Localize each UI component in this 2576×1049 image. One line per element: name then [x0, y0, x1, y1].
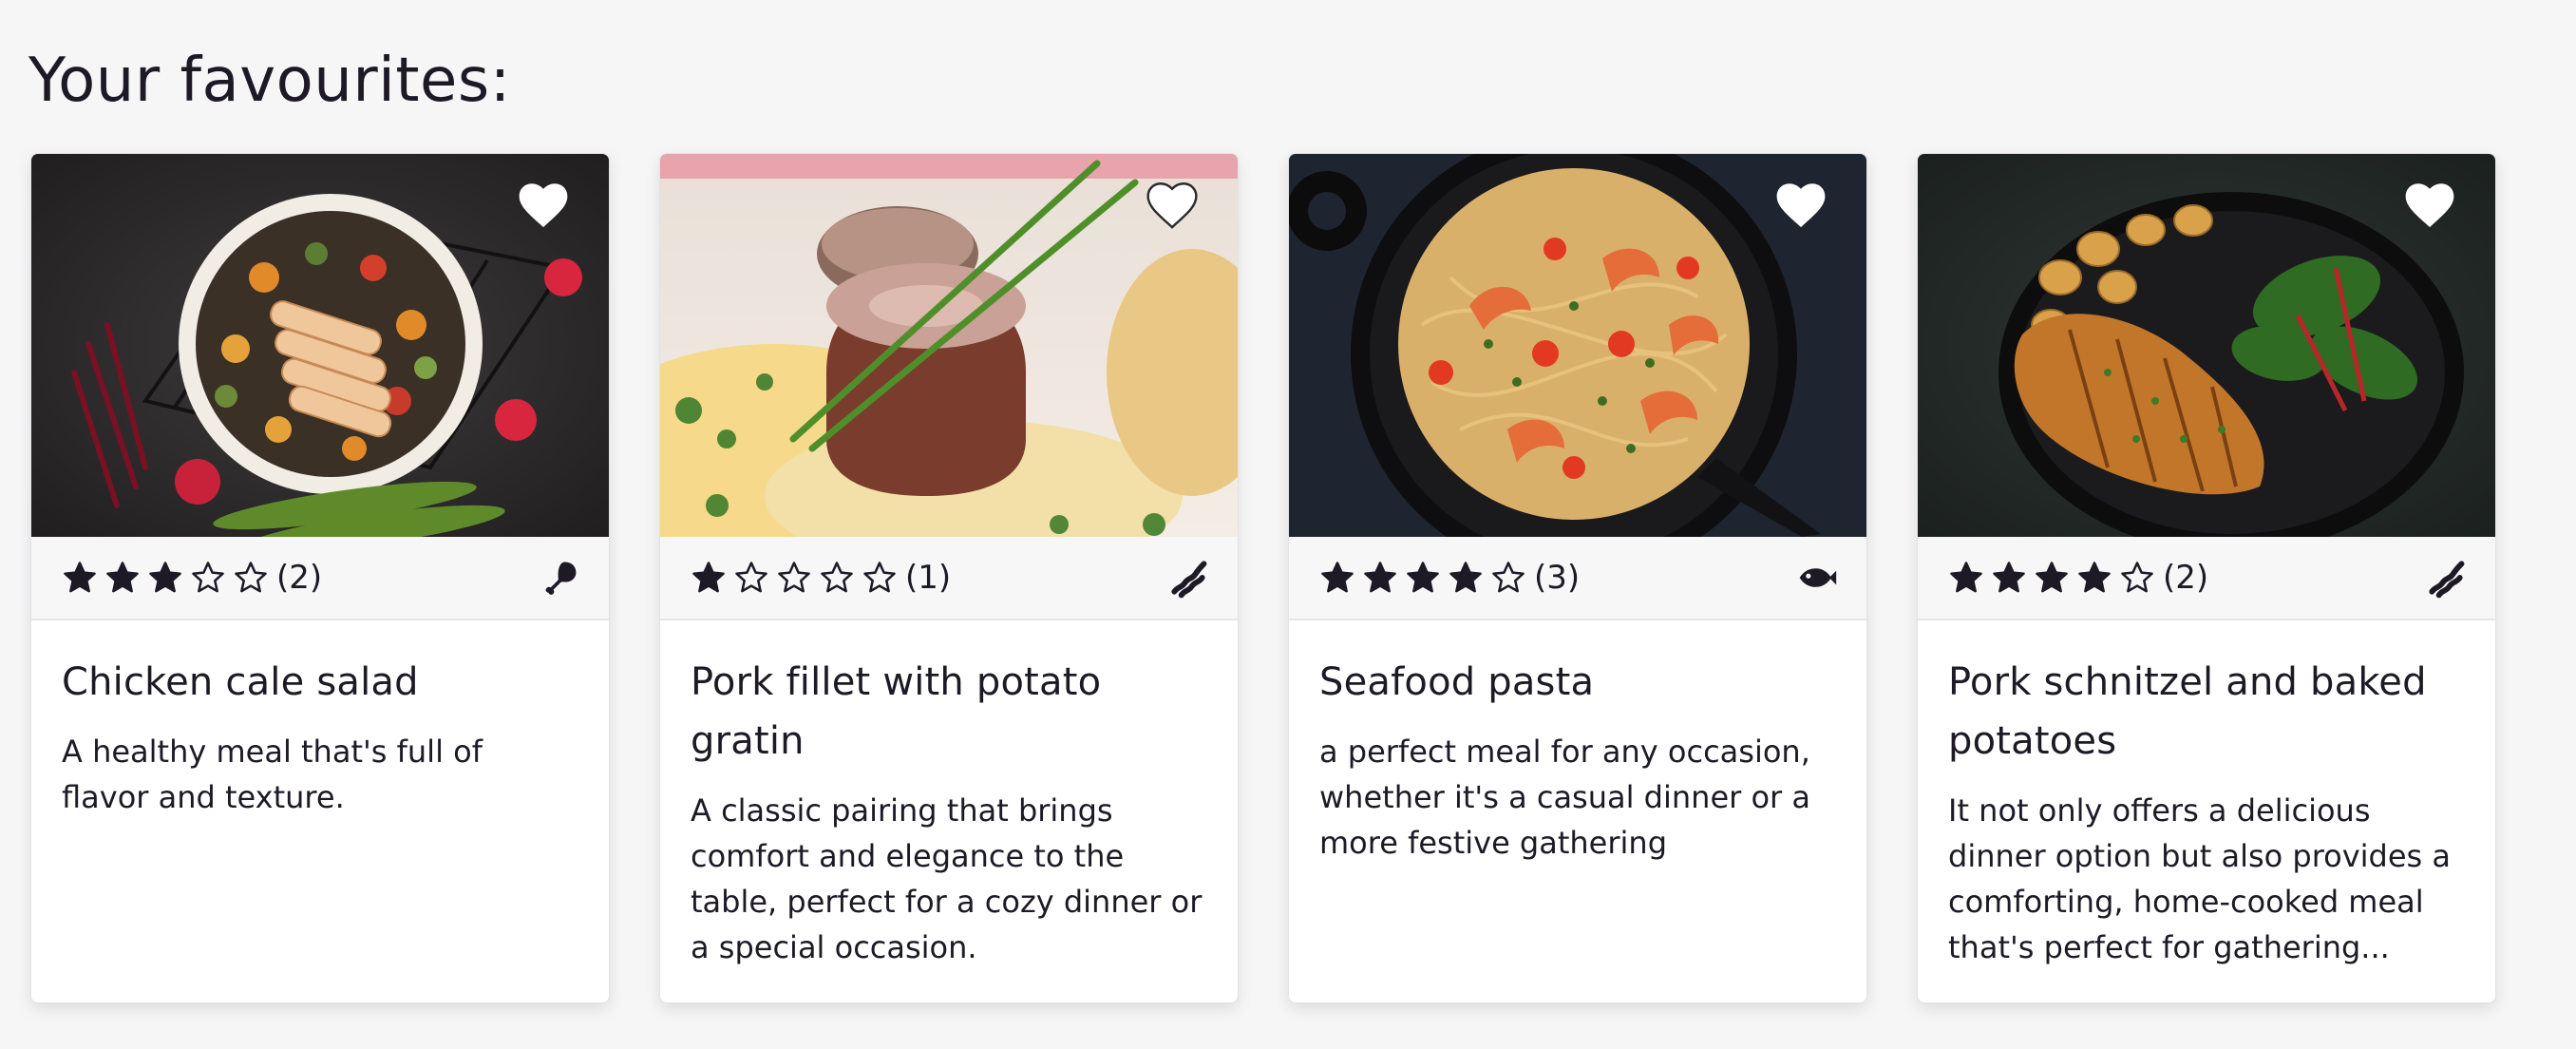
- star-empty-icon: [192, 562, 224, 593]
- rating-bar: (2): [31, 537, 609, 620]
- rating-count: (3): [1534, 559, 1581, 597]
- recipe-description: A classic pairing that brings comfort an…: [691, 792, 1203, 965]
- star-filled-icon: [1321, 562, 1354, 593]
- favourites-grid: (2) Chicken cale salad A healthy meal th…: [30, 153, 2496, 1003]
- recipe-image[interactable]: [660, 154, 1238, 537]
- star-empty-icon: [1492, 562, 1525, 593]
- favourite-button[interactable]: [2402, 179, 2457, 230]
- star-filled-icon: [692, 562, 725, 593]
- card-body: Pork schnitzel and baked potatoes It not…: [1918, 620, 2495, 970]
- favourites-page: Your favourites: (2) Chicken cale salad …: [0, 0, 2576, 1049]
- star-empty-icon: [863, 562, 896, 593]
- page-title: Your favourites:: [28, 46, 511, 116]
- star-empty-icon: [821, 562, 853, 593]
- recipe-title[interactable]: Seafood pasta: [1319, 653, 1836, 712]
- star-filled-icon: [1950, 562, 1982, 593]
- star-filled-icon: [64, 562, 96, 593]
- recipe-card[interactable]: (1) Pork fillet with potato gratin A cla…: [659, 153, 1239, 1003]
- recipe-description: It not only offers a delicious dinner op…: [1948, 792, 2451, 965]
- recipe-card[interactable]: (3) Seafood pasta a perfect meal for any…: [1288, 153, 1867, 1003]
- star-filled-icon: [106, 562, 139, 593]
- star-filled-icon: [1449, 562, 1482, 593]
- star-empty-icon: [2121, 562, 2153, 593]
- rating-bar: (2): [1918, 537, 2495, 620]
- star-filled-icon: [2036, 562, 2068, 593]
- star-empty-icon: [235, 562, 267, 593]
- star-filled-icon: [2078, 562, 2111, 593]
- rating-bar: (1): [660, 537, 1238, 620]
- recipe-image[interactable]: [1918, 154, 2495, 537]
- star-rating: [1948, 560, 2155, 596]
- recipe-description: A healthy meal that's full of flavor and…: [62, 734, 483, 815]
- star-filled-icon: [1364, 562, 1396, 593]
- recipe-title[interactable]: Pork schnitzel and baked potatoes: [1948, 653, 2465, 771]
- rating-count: (2): [276, 559, 323, 597]
- star-filled-icon: [1993, 562, 2025, 593]
- card-body: Pork fillet with potato gratin A classic…: [660, 620, 1238, 970]
- chicken-leg-icon: [539, 557, 580, 599]
- recipe-image[interactable]: [1289, 154, 1866, 537]
- favourite-button[interactable]: [516, 179, 571, 230]
- fish-icon: [1796, 557, 1838, 599]
- heart-icon: [1146, 182, 1198, 229]
- favourite-button[interactable]: [1145, 179, 1200, 230]
- card-body: Chicken cale salad A healthy meal that's…: [31, 620, 609, 820]
- star-empty-icon: [778, 562, 810, 593]
- rating-bar: (3): [1289, 537, 1866, 620]
- recipe-image[interactable]: [31, 154, 609, 537]
- bacon-icon: [2425, 557, 2467, 599]
- star-rating: [1319, 560, 1526, 596]
- bacon-icon: [1167, 557, 1209, 599]
- favourite-button[interactable]: [1773, 179, 1828, 230]
- star-filled-icon: [1407, 562, 1439, 593]
- star-filled-icon: [149, 562, 181, 593]
- rating-count: (2): [2163, 559, 2209, 597]
- recipe-description: a perfect meal for any occasion, whether…: [1319, 734, 1810, 861]
- card-body: Seafood pasta a perfect meal for any occ…: [1289, 620, 1866, 866]
- star-rating: [62, 560, 269, 596]
- recipe-card[interactable]: (2) Pork schnitzel and baked potatoes It…: [1917, 153, 2496, 1003]
- recipe-card[interactable]: (2) Chicken cale salad A healthy meal th…: [30, 153, 610, 1003]
- rating-count: (1): [905, 559, 952, 597]
- recipe-title[interactable]: Chicken cale salad: [62, 653, 578, 712]
- star-empty-icon: [735, 562, 767, 593]
- heart-icon: [519, 183, 568, 228]
- star-rating: [691, 560, 898, 596]
- recipe-title[interactable]: Pork fillet with potato gratin: [691, 653, 1207, 771]
- heart-icon: [2405, 183, 2454, 228]
- heart-icon: [1776, 183, 1826, 228]
